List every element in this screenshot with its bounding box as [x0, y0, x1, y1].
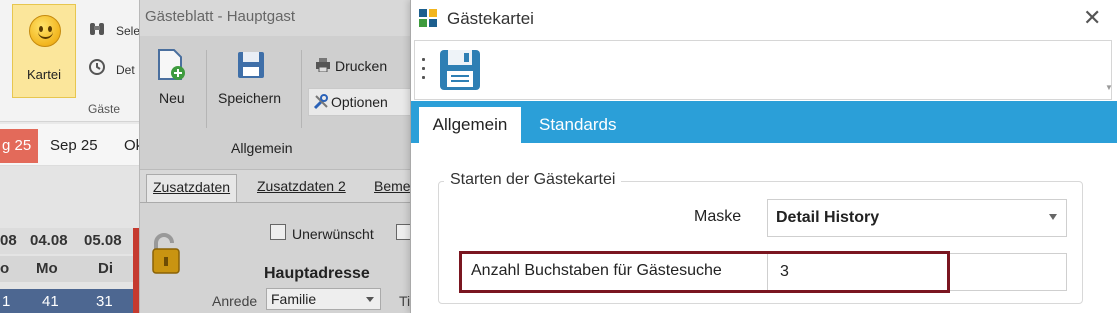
calendar-prev-month[interactable]: g 25: [0, 129, 38, 163]
dialog-toolbar: ▼: [414, 40, 1113, 100]
toolbar-overflow-icon[interactable]: ▼: [1105, 83, 1113, 92]
unerwuenscht-label: Unerwünscht: [292, 226, 374, 242]
highlight-frame: [459, 251, 950, 293]
new-button[interactable]: Neu: [159, 90, 185, 106]
guest-sheet-body: Unerwünscht Hauptadresse Anrede Familie …: [140, 202, 417, 313]
printer-icon: [315, 58, 331, 77]
dialog-title: Gästekartei: [447, 9, 534, 28]
calendar-dates-row: 08 04.08 05.08: [0, 228, 140, 254]
anrede-value: Familie: [271, 291, 317, 307]
toolbar-separator: [206, 50, 207, 128]
calendar-date: 04.08: [30, 232, 68, 249]
binoculars-icon: [88, 20, 106, 42]
maske-label: Maske: [694, 208, 742, 225]
tab-zusatzdaten[interactable]: Zusatzdaten: [146, 174, 238, 204]
guest-sheet-title: Gästeblatt - Hauptgast: [145, 8, 296, 25]
guest-sheet-tabs: Zusatzdaten Zusatzdaten 2 Beme: [140, 172, 417, 204]
calendar-count: 1: [2, 293, 11, 310]
guest-sheet-window: Gästeblatt - Hauptgast Neu Speichern Dru…: [139, 0, 417, 313]
dialog-titlebar[interactable]: Gästekartei ✕: [411, 0, 1117, 38]
titel-label: Ti: [399, 293, 411, 309]
unlock-icon[interactable]: [152, 233, 182, 280]
floppy-icon[interactable]: [236, 50, 266, 85]
tools-icon: [313, 94, 329, 115]
hauptadresse-heading: Hauptadresse: [264, 265, 370, 282]
smiley-icon: [29, 15, 61, 47]
new-document-icon[interactable]: [156, 48, 186, 87]
guest-register-dialog: Gästekartei ✕ ▼ Allgemein Standards Star…: [410, 0, 1117, 313]
maske-value: Detail History: [776, 209, 880, 226]
guest-sheet-toolbar: Neu Speichern Drucken Optionen Allgemein: [140, 36, 417, 170]
toolbar-group-label: Allgemein: [231, 140, 293, 156]
maske-select[interactable]: Detail History: [767, 199, 1067, 237]
ribbon: Kartei Sele Det Gäste: [0, 0, 140, 122]
ribbon-detail-label[interactable]: Det: [116, 63, 135, 77]
calendar-month[interactable]: Sep 25: [50, 137, 98, 154]
print-button[interactable]: Drucken: [335, 58, 387, 74]
tab-zusatzdaten-2[interactable]: Zusatzdaten 2: [257, 178, 346, 194]
calendar-counts-row: 1 41 31: [0, 289, 140, 313]
toolbar-grip-icon[interactable]: [422, 58, 426, 84]
tab-standards[interactable]: Standards: [539, 107, 617, 143]
unerwuenscht-checkbox[interactable]: [270, 224, 286, 240]
dialog-content: Starten der Gästekartei Maske Detail His…: [411, 143, 1117, 313]
calendar-count: 31: [96, 293, 113, 310]
anrede-label: Anrede: [212, 293, 258, 309]
calendar-count: 41: [42, 293, 59, 310]
anrede-select[interactable]: Familie: [266, 288, 381, 310]
calendar-weekdays-row: o Mo Di: [0, 256, 140, 282]
tab-bemerkungen[interactable]: Beme: [374, 178, 411, 194]
clock-icon: [88, 58, 106, 80]
calendar-date: 08: [0, 232, 17, 249]
ribbon-select-label[interactable]: Sele: [116, 24, 140, 38]
calendar-date: 05.08: [84, 232, 122, 249]
chevron-down-icon: [1049, 214, 1057, 220]
tab-allgemein[interactable]: Allgemein: [419, 107, 521, 143]
options-button[interactable]: Optionen: [308, 88, 412, 116]
calendar-weekday: o: [0, 260, 10, 277]
close-icon[interactable]: ✕: [1083, 7, 1101, 29]
calendar-weekday: Mo: [36, 260, 58, 277]
save-button[interactable]: Speichern: [218, 90, 281, 106]
dialog-tabbar: Allgemein Standards: [411, 101, 1117, 143]
save-icon[interactable]: [437, 47, 485, 95]
chevron-down-icon: [366, 297, 374, 302]
options-label: Optionen: [331, 94, 388, 110]
kartei-button[interactable]: Kartei: [12, 4, 76, 98]
group-title: Starten der Gästekartei: [444, 171, 622, 189]
toolbar-separator: [301, 50, 302, 128]
kartei-label: Kartei: [27, 67, 61, 82]
calendar-weekday: Di: [98, 260, 113, 277]
app-icon: [419, 9, 439, 29]
ribbon-group-label: Gäste: [88, 102, 121, 116]
